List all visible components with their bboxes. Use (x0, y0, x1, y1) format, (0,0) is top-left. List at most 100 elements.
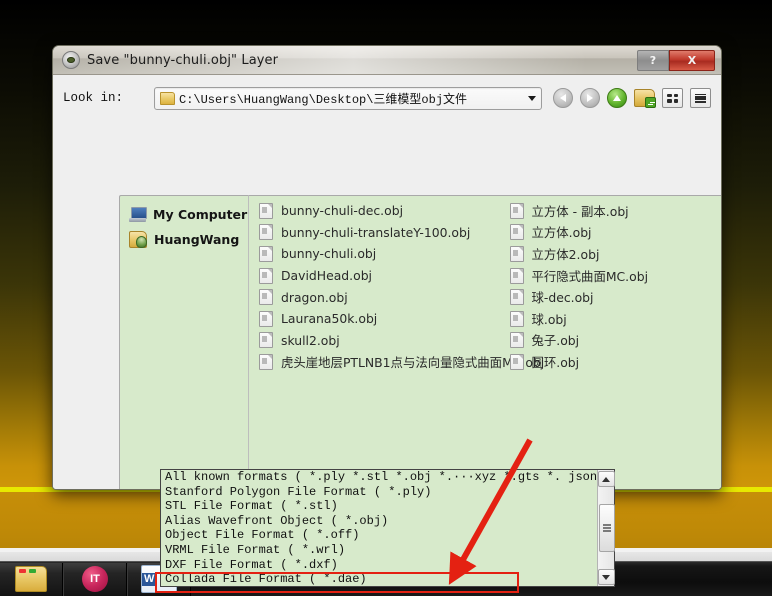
filetype-option[interactable]: Object File Format ( *.off) (161, 528, 597, 543)
back-arrow-glyph (560, 94, 566, 102)
filetype-option[interactable]: STL File Format ( *.stl) (161, 499, 597, 514)
grid-glyph (667, 93, 678, 103)
path-dropdown-arrow[interactable] (525, 89, 539, 108)
dialog-title-bar[interactable]: Save "bunny-chuli.obj" Layer ? X (53, 46, 721, 75)
close-button[interactable]: X (669, 49, 715, 71)
file-icon (509, 289, 524, 306)
file-icon (509, 310, 524, 327)
help-button[interactable]: ? (637, 49, 669, 71)
sidebar-item-huangwang[interactable]: HuangWang (120, 227, 248, 252)
filetype-option[interactable]: DXF File Format ( *.dxf) (161, 558, 597, 573)
file-name-label: DavidHead.obj (281, 268, 372, 284)
it-app-label: IT (90, 573, 100, 585)
file-icon (509, 224, 524, 241)
file-name-label: 立方体 - 副本.obj (531, 203, 629, 219)
file-icon (509, 267, 524, 284)
file-list-item[interactable]: skull2.obj (253, 330, 504, 352)
file-name-label: 虎头崖地层PTLNB1点与法向量隐式曲面MC.obj (281, 354, 545, 370)
chevron-up-icon (602, 476, 610, 482)
filetype-option[interactable]: Alias Wavefront Object ( *.obj) (161, 514, 597, 529)
file-icon (259, 224, 273, 241)
file-icon (509, 202, 524, 219)
file-name-label: Laurana50k.obj (281, 311, 378, 327)
filetype-option[interactable]: All known formats ( *.ply *.stl *.obj *.… (161, 470, 597, 485)
folder-icon (160, 91, 175, 105)
file-name-label: 立方体2.obj (531, 246, 600, 262)
scrollbar-track[interactable] (598, 487, 615, 569)
file-icon (259, 267, 273, 284)
file-list-item[interactable]: bunny-chuli-dec.obj (253, 200, 504, 222)
back-icon[interactable] (553, 88, 573, 108)
sidebar-item-my-computer[interactable]: My Computer (120, 202, 248, 227)
file-icon (259, 245, 273, 262)
places-sidebar: My Computer HuangWang (119, 195, 248, 489)
file-icon (509, 353, 524, 370)
filetype-option-list[interactable]: All known formats ( *.ply *.stl *.obj *.… (161, 470, 597, 586)
page-title: Save "bunny-chuli.obj" Layer (87, 52, 279, 68)
lookin-label: Look in: (63, 91, 124, 105)
user-folder-icon (129, 231, 147, 248)
scroll-down-button[interactable] (597, 569, 615, 585)
file-list-item[interactable]: 圆环.obj (504, 351, 722, 373)
file-list-item[interactable]: bunny-chuli.obj (253, 243, 504, 265)
file-list-item[interactable]: DavidHead.obj (253, 265, 504, 287)
scroll-up-button[interactable] (597, 471, 615, 487)
sidebar-item-label: My Computer (153, 207, 248, 222)
file-name-label: 兔子.obj (531, 333, 580, 349)
it-app-icon: IT (82, 566, 108, 592)
file-name-label: 球.obj (531, 311, 567, 327)
file-icon (259, 202, 273, 219)
path-value: C:\Users\HuangWang\Desktop\三维模型obj文件 (179, 92, 468, 107)
file-icon (509, 245, 524, 262)
chevron-down-icon (528, 95, 536, 101)
file-list-item[interactable]: 兔子.obj (504, 330, 722, 352)
sidebar-item-label: HuangWang (154, 232, 240, 247)
taskbar-item-explorer[interactable] (0, 562, 63, 596)
file-icon (259, 310, 273, 327)
file-name-label: dragon.obj (281, 289, 348, 305)
up-arrow-glyph (613, 95, 621, 101)
file-icon (259, 332, 273, 349)
filetype-option[interactable]: VRML File Format ( *.wrl) (161, 543, 597, 558)
file-name-label: bunny-chuli-translateY-100.obj (281, 224, 471, 240)
file-list-item[interactable]: 平行隐式曲面MC.obj (504, 265, 722, 287)
file-name-label: 球-dec.obj (531, 290, 594, 306)
file-name-label: skull2.obj (281, 332, 340, 348)
chevron-down-icon (602, 574, 610, 580)
file-list-item[interactable]: 球.obj (504, 308, 722, 330)
file-name-label: 立方体.obj (531, 225, 592, 241)
file-icon (509, 332, 524, 349)
annotation-highlight-box (155, 572, 519, 593)
gimp-wilber-icon (62, 51, 80, 69)
file-list-item[interactable]: 立方体2.obj (504, 243, 722, 265)
forward-icon[interactable] (580, 88, 600, 108)
file-list-item[interactable]: bunny-chuli-translateY-100.obj (253, 222, 504, 244)
explorer-folder-icon (15, 566, 47, 592)
new-folder-icon[interactable] (634, 89, 656, 108)
file-list-item[interactable]: Laurana50k.obj (253, 308, 504, 330)
file-icon (259, 289, 273, 306)
file-icon (259, 353, 273, 370)
file-list-item[interactable]: 球-dec.obj (504, 286, 722, 308)
file-list[interactable]: bunny-chuli-dec.obj bunny-chuli-translate… (248, 195, 722, 489)
filetype-option[interactable]: Stanford Polygon File Format ( *.ply) (161, 485, 597, 500)
up-folder-icon[interactable] (607, 88, 627, 108)
file-list-item[interactable]: 立方体 - 副本.obj (504, 200, 722, 222)
file-list-item[interactable]: 立方体.obj (504, 222, 722, 244)
file-list-item[interactable]: dragon.obj (253, 286, 504, 308)
forward-arrow-glyph (587, 94, 593, 102)
dialog-body: Look in: C:\Users\HuangWang\Desktop\三维模型… (53, 83, 722, 489)
filetype-dropdown-popup[interactable]: All known formats ( *.ply *.stl *.obj *.… (160, 469, 615, 587)
list-view-icon[interactable] (662, 88, 683, 108)
file-name-label: bunny-chuli.obj (281, 246, 377, 262)
lines-glyph (695, 93, 706, 103)
taskbar-item-it[interactable]: IT (63, 562, 127, 596)
file-name-label: 圆环.obj (531, 354, 580, 370)
navigation-icons (553, 88, 711, 108)
dropdown-scrollbar[interactable] (597, 470, 615, 586)
computer-icon (129, 207, 147, 222)
file-list-item[interactable]: 虎头崖地层PTLNB1点与法向量隐式曲面MC.obj (253, 351, 544, 373)
path-combobox[interactable]: C:\Users\HuangWang\Desktop\三维模型obj文件 (154, 86, 542, 110)
scrollbar-thumb[interactable] (598, 504, 615, 552)
detail-view-icon[interactable] (690, 88, 711, 108)
